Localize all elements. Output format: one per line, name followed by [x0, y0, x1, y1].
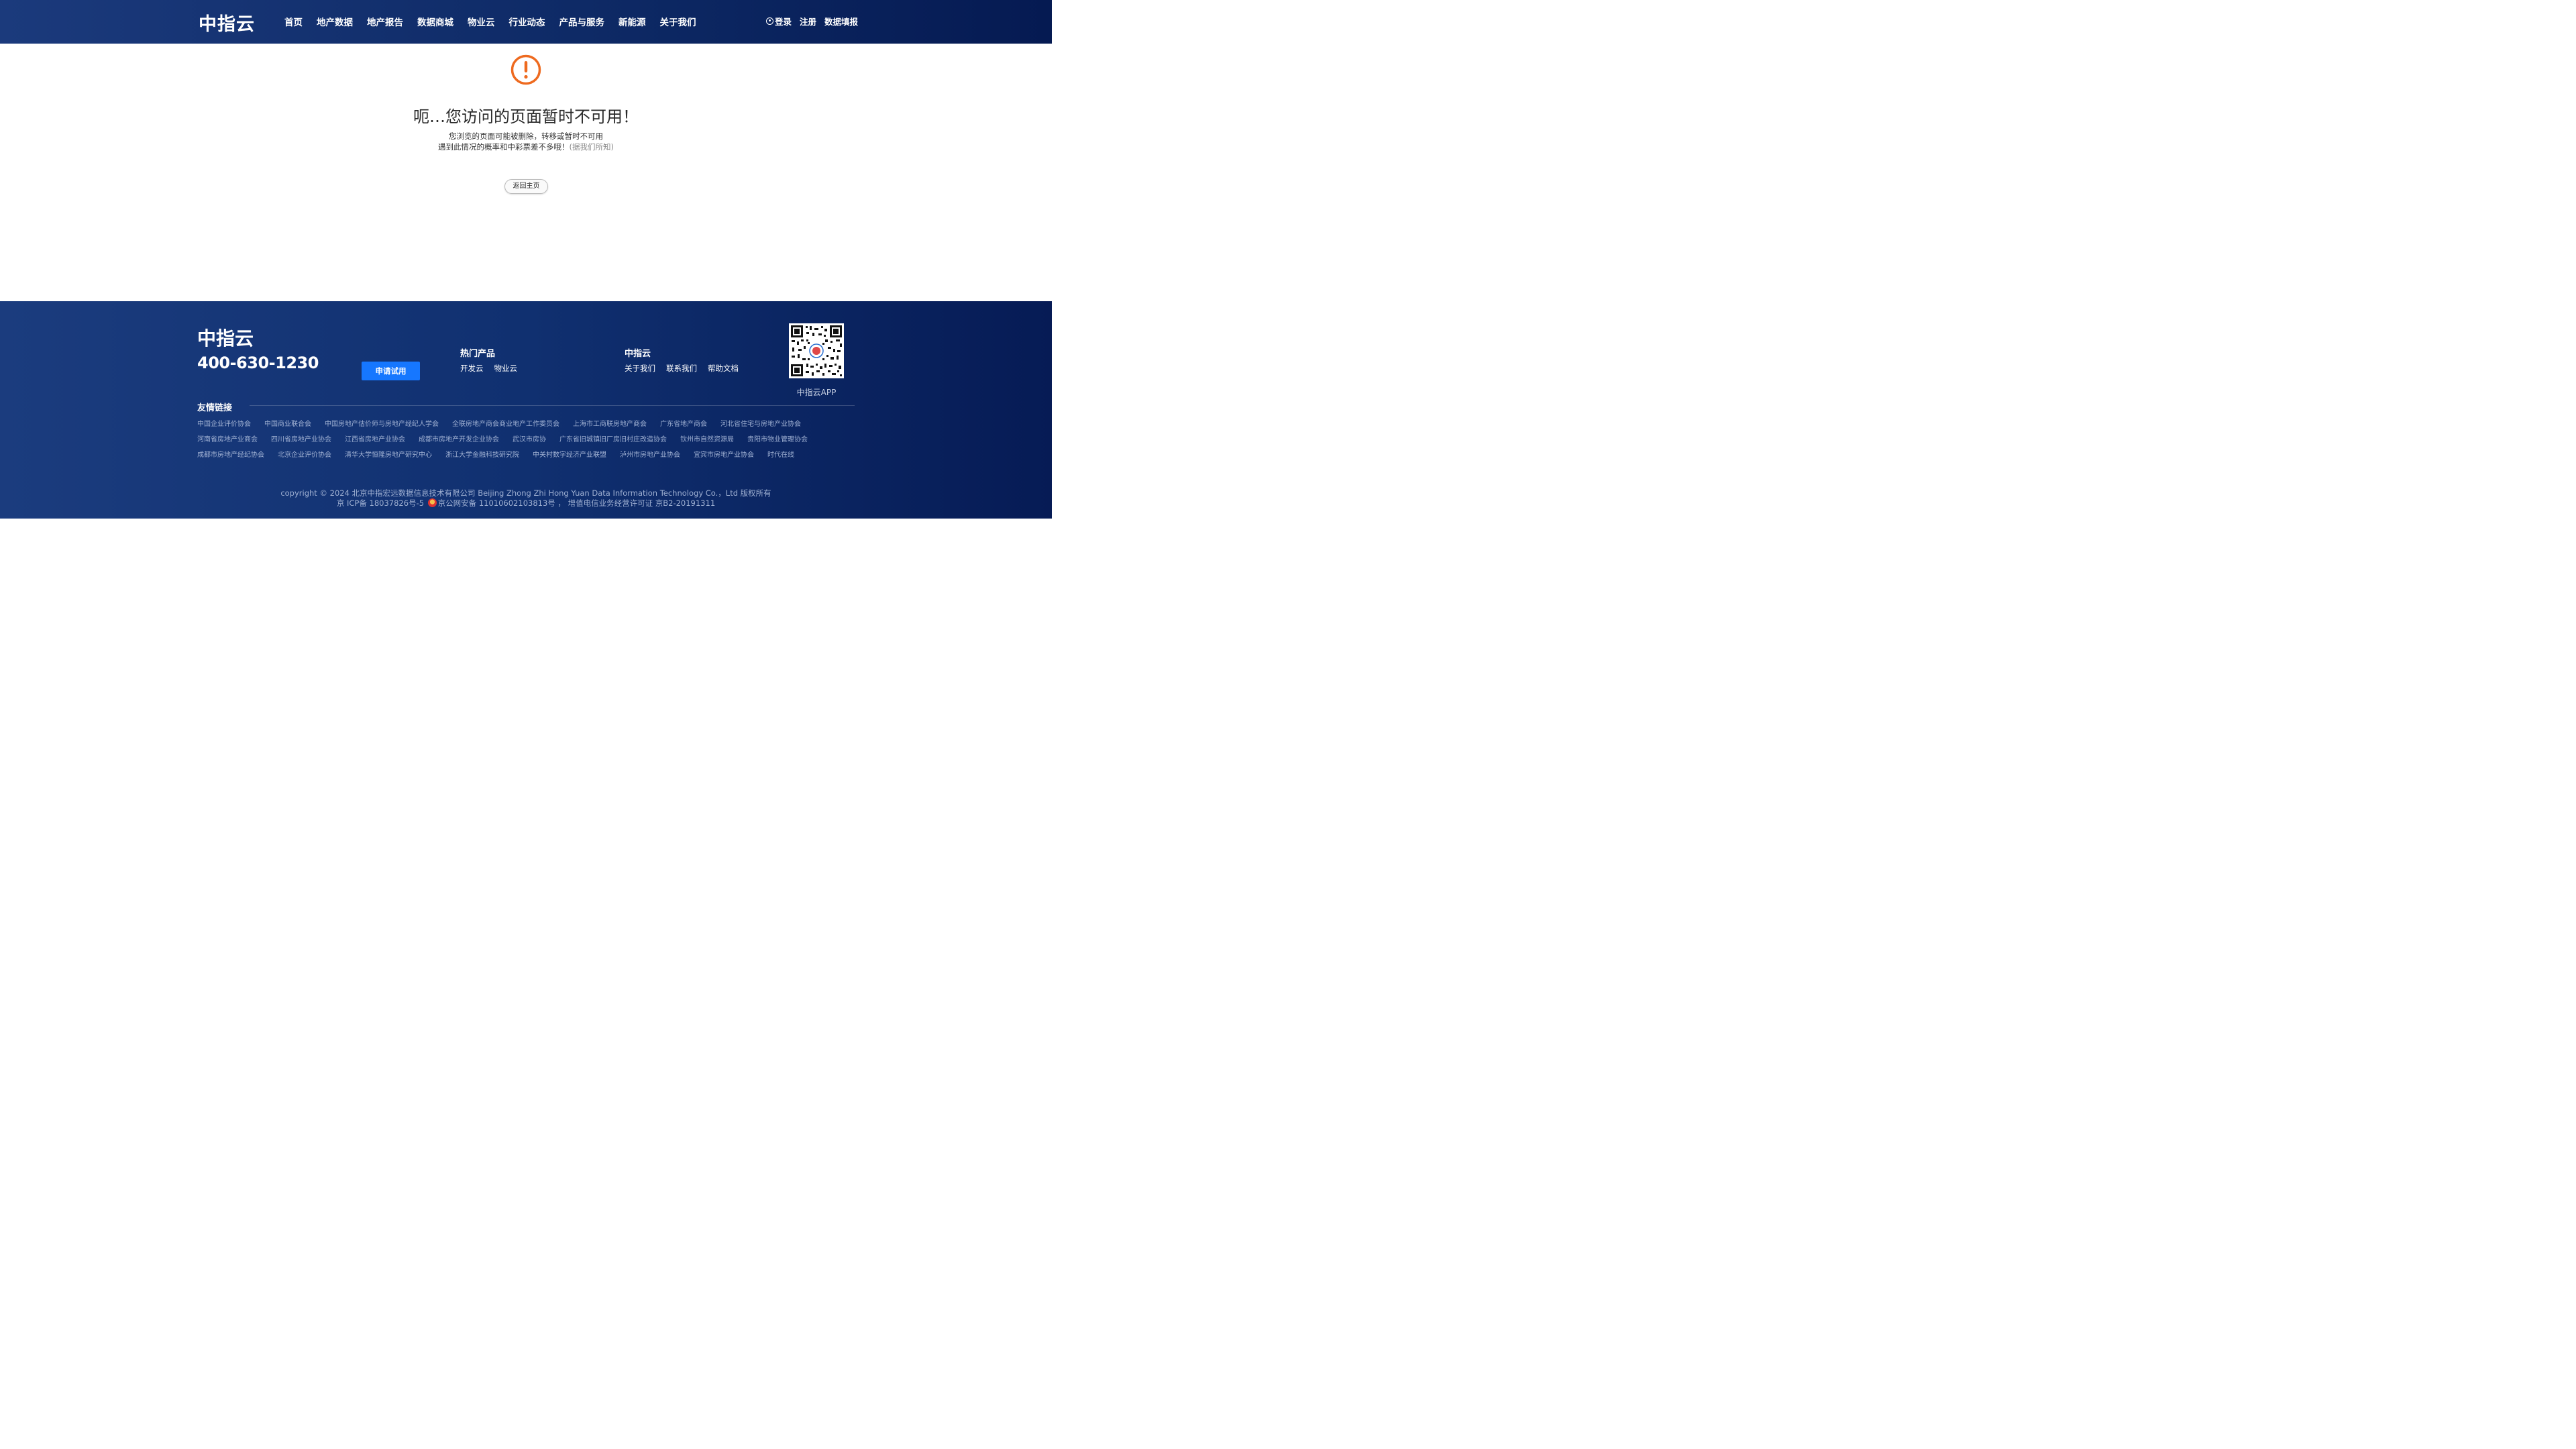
nav-item-data-mall[interactable]: 数据商城: [417, 15, 453, 28]
app-qr-code: [789, 323, 844, 378]
friend-links-row-1: 中国企业评价协会 中国商业联合会 中国房地产估价师与房地产经纪人学会 全联房地产…: [197, 418, 814, 428]
friend-link[interactable]: 四川省房地产业协会: [271, 433, 331, 443]
nav-item-property-cloud[interactable]: 物业云: [468, 15, 495, 28]
friend-link[interactable]: 中国企业评价协会: [197, 418, 251, 428]
friend-link[interactable]: 武汉市房协: [513, 433, 546, 443]
friend-link[interactable]: 泸州市房地产业协会: [620, 449, 680, 459]
data-report-link[interactable]: 数据填报: [824, 15, 858, 28]
header-user-actions: 登录 注册 数据填报: [766, 15, 866, 28]
error-probability-text: 遇到此情况的概率和中彩票差不多哦！: [438, 142, 570, 152]
police-record-link[interactable]: 京公网安备 11010602103813号 ， 增值电信业务经营许可证 京B2-…: [438, 498, 715, 508]
main-nav: 首页 地产数据 地产报告 数据商城 物业云 行业动态 产品与服务 新能源 关于我…: [284, 15, 710, 28]
icp-link[interactable]: 京 ICP备 18037826号-5: [337, 498, 424, 508]
footer-phone: 400-630-1230: [197, 354, 319, 372]
nav-item-home[interactable]: 首页: [284, 15, 303, 28]
footer-link-about[interactable]: 关于我们: [625, 363, 655, 374]
friend-link[interactable]: 全联房地产商会商业地产工作委员会: [452, 418, 559, 428]
register-link[interactable]: 注册: [800, 15, 816, 28]
apply-trial-button[interactable]: 申请试用: [362, 362, 420, 380]
nav-item-property-report[interactable]: 地产报告: [367, 15, 403, 28]
copyright-text: copyright © 2024 北京中指宏远数据信息技术有限公司 Beijin…: [280, 488, 771, 498]
nav-item-property-data[interactable]: 地产数据: [317, 15, 353, 28]
site-logo[interactable]: 中指云: [199, 9, 255, 36]
license-line: 京 ICP备 18037826号-5 京公网安备 11010602103813号…: [0, 498, 1052, 508]
nav-item-products-services[interactable]: 产品与服务: [559, 15, 605, 28]
friend-link[interactable]: 成都市房地产经纪协会: [197, 449, 264, 459]
friend-links-divider: [250, 405, 855, 406]
back-home-button[interactable]: 返回主页: [504, 179, 548, 194]
friend-links-row-3: 成都市房地产经纪协会 北京企业评价协会 清华大学恒隆房地产研究中心 浙江大学金融…: [197, 449, 808, 459]
police-badge-icon: [427, 498, 437, 507]
company-title: 中指云: [625, 349, 651, 359]
error-title: 呃…您访问的页面暂时不可用！: [413, 107, 639, 126]
nav-item-industry-news[interactable]: 行业动态: [509, 15, 545, 28]
friend-link[interactable]: 贵阳市物业管理协会: [747, 433, 808, 443]
footer-logo: 中指云: [197, 327, 254, 350]
footer-link-contact[interactable]: 联系我们: [666, 363, 697, 374]
top-header: 中指云 首页 地产数据 地产报告 数据商城 物业云 行业动态 产品与服务 新能源…: [0, 0, 1052, 44]
warning-icon: [511, 54, 541, 85]
qr-caption: 中指云APP: [796, 388, 837, 397]
friend-link[interactable]: 清华大学恒隆房地产研究中心: [345, 449, 432, 459]
friend-links-row-2: 河南省房地产业商会 四川省房地产业协会 江西省房地产业协会 成都市房地产开发企业…: [197, 433, 821, 443]
friend-link[interactable]: 广东省旧城镇旧厂房旧村庄改造协会: [559, 433, 667, 443]
friend-link[interactable]: 上海市工商联房地产商会: [573, 418, 647, 428]
friend-link[interactable]: 北京企业评价协会: [278, 449, 331, 459]
nav-item-about[interactable]: 关于我们: [660, 15, 696, 28]
nav-item-new-energy[interactable]: 新能源: [619, 15, 646, 28]
footer-link-dev-cloud[interactable]: 开发云: [460, 363, 484, 374]
login-label: 登录: [775, 17, 792, 27]
friend-links-title: 友情链接: [197, 403, 233, 413]
friend-link[interactable]: 江西省房地产业协会: [345, 433, 405, 443]
footer-link-property-cloud[interactable]: 物业云: [494, 363, 518, 374]
friend-link[interactable]: 宜宾市房地产业协会: [694, 449, 754, 459]
friend-link[interactable]: 中国商业联合会: [264, 418, 311, 428]
error-probability-note: (据我们所知): [569, 142, 614, 152]
friend-link[interactable]: 广东省地产商会: [660, 418, 707, 428]
friend-link[interactable]: 河南省房地产业商会: [197, 433, 258, 443]
friend-link[interactable]: 时代在线: [767, 449, 794, 459]
error-probability-line: 遇到此情况的概率和中彩票差不多哦！(据我们所知): [0, 142, 1052, 152]
friend-link[interactable]: 成都市房地产开发企业协会: [419, 433, 499, 443]
friend-link[interactable]: 钦州市自然资源局: [680, 433, 734, 443]
company-links: 关于我们 联系我们 帮助文档: [625, 363, 749, 374]
friend-link[interactable]: 浙江大学金融科技研究院: [445, 449, 519, 459]
footer-link-help-docs[interactable]: 帮助文档: [708, 363, 739, 374]
hot-products-title: 热门产品: [460, 349, 496, 359]
login-link[interactable]: 登录: [766, 15, 792, 28]
error-description: 您浏览的页面可能被删除，转移或暂时不可用: [449, 131, 603, 141]
hot-products-links: 开发云 物业云: [460, 363, 528, 374]
friend-link[interactable]: 河北省住宅与房地产业协会: [720, 418, 801, 428]
friend-link[interactable]: 中国房地产估价师与房地产经纪人学会: [325, 418, 439, 428]
user-icon: [766, 17, 773, 25]
friend-link[interactable]: 中关村数字经济产业联盟: [533, 449, 606, 459]
site-footer: 中指云 400-630-1230 申请试用 热门产品 开发云 物业云 中指云 关…: [0, 301, 1052, 519]
